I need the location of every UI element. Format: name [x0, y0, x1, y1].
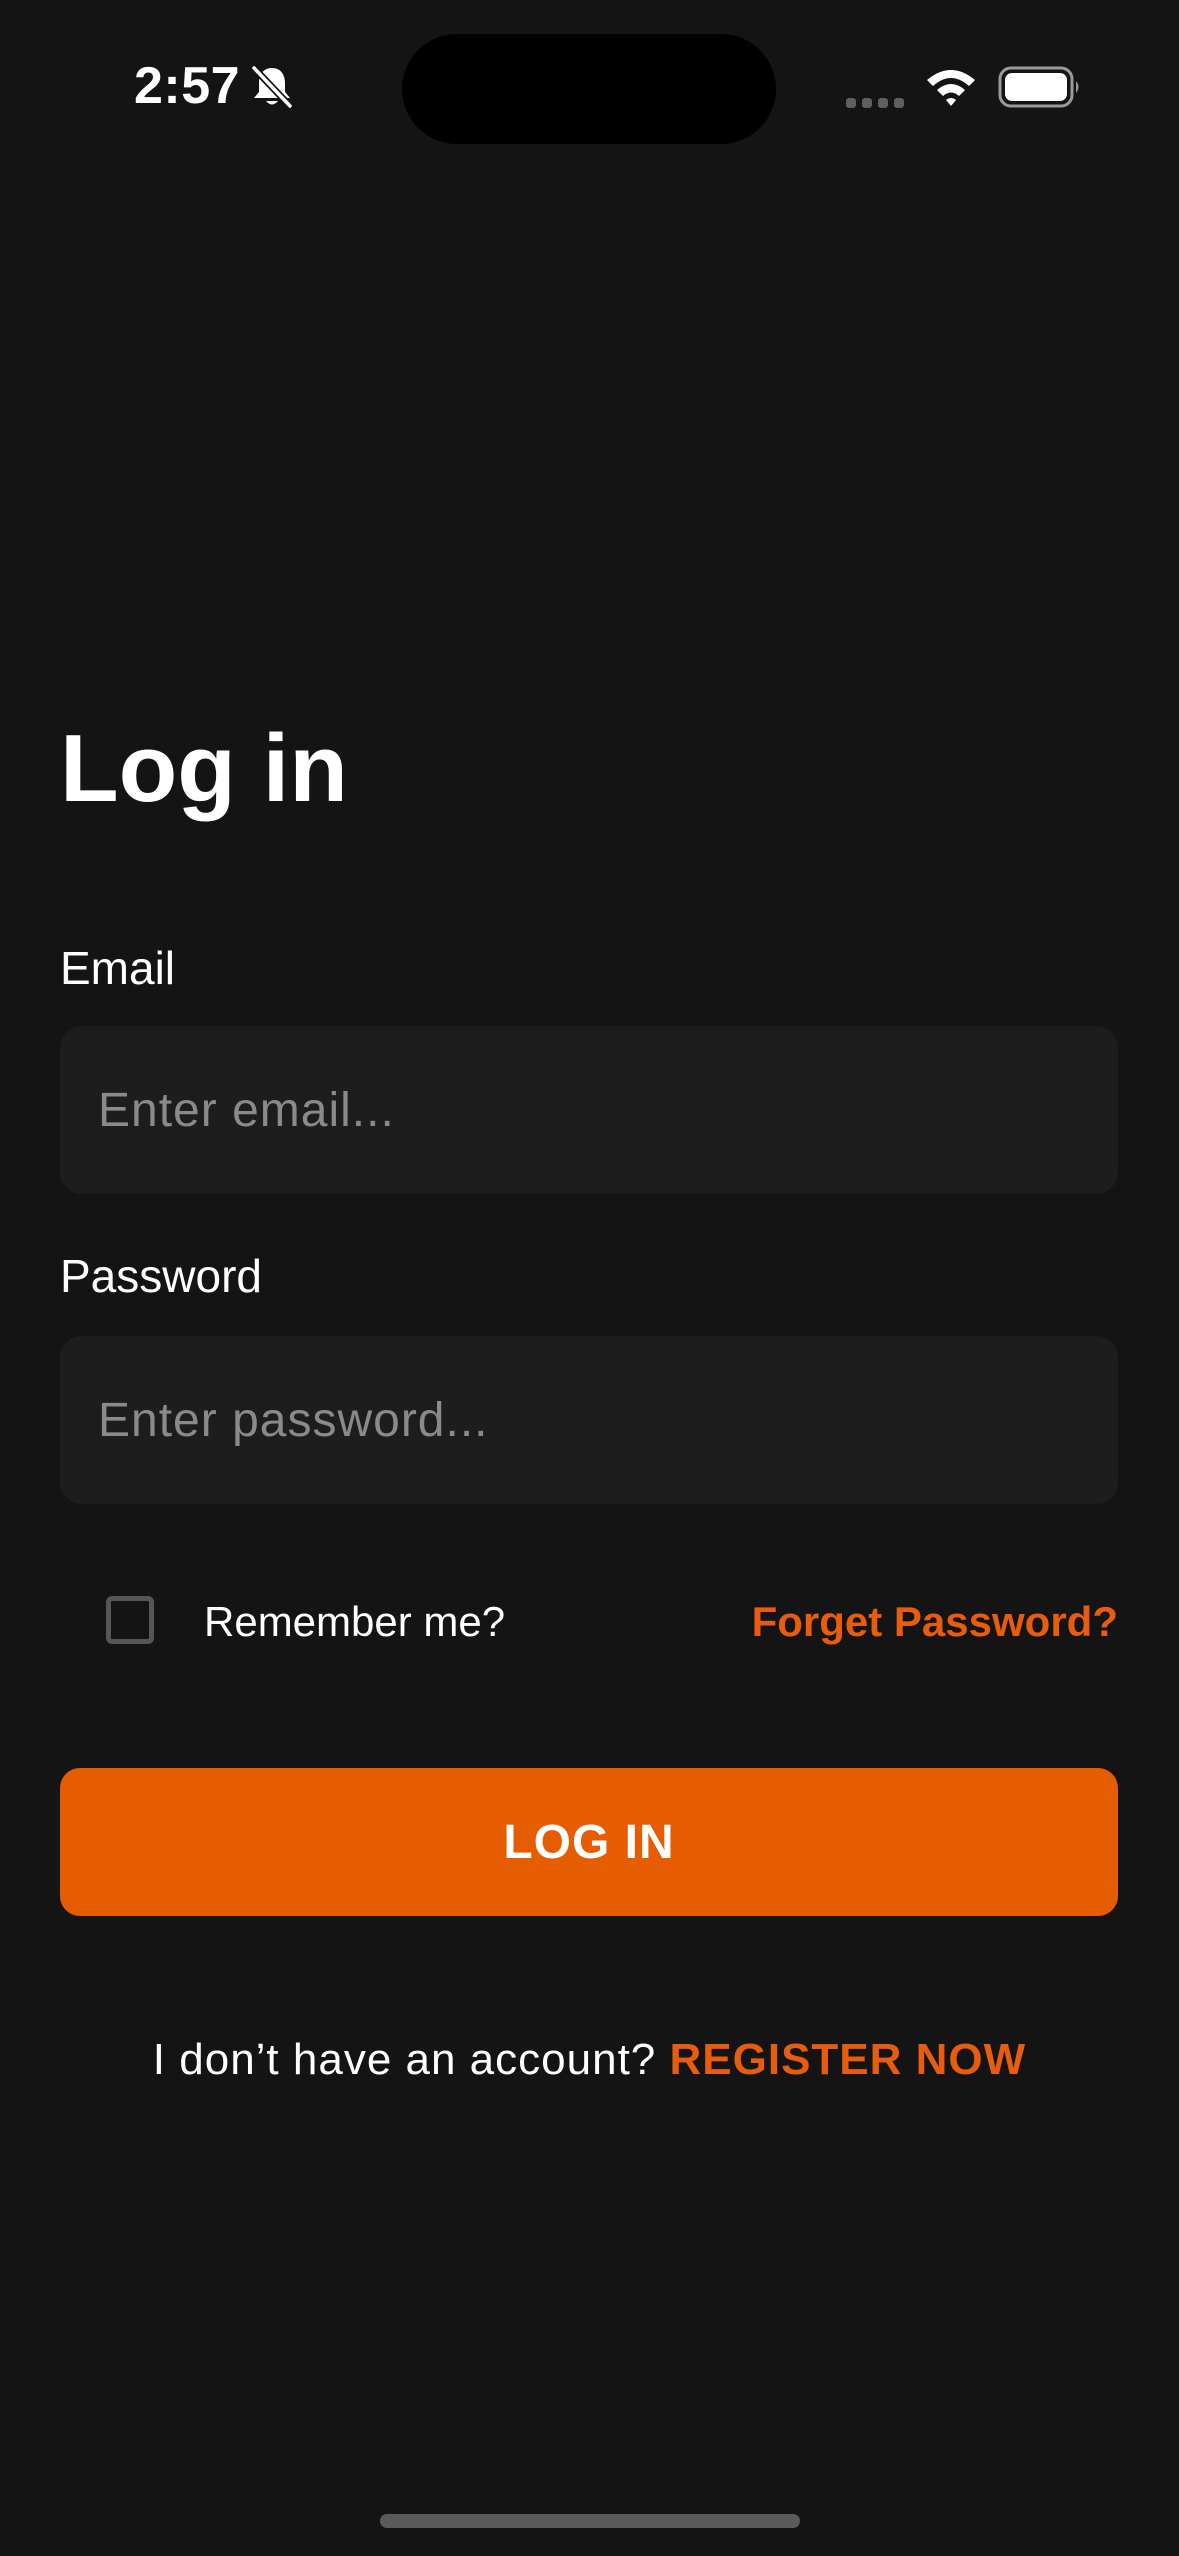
- login-button-label: LOG IN: [503, 1815, 675, 1869]
- dynamic-island: [402, 34, 776, 144]
- remember-label[interactable]: Remember me?: [204, 1594, 505, 1650]
- battery-icon: [998, 66, 1079, 108]
- register-row: I don’t have an account? REGISTER NOW: [0, 2032, 1179, 2088]
- remember-row: Remember me? Forget Password?: [60, 1594, 1118, 1656]
- email-label: Email: [60, 942, 176, 994]
- bell-slash-icon: [250, 64, 294, 110]
- email-field-container[interactable]: [60, 1026, 1118, 1194]
- status-time: 2:57: [134, 57, 241, 115]
- home-indicator[interactable]: [380, 2514, 800, 2528]
- wifi-icon: [927, 70, 975, 106]
- password-label: Password: [60, 1250, 262, 1302]
- page-title: Log in: [60, 715, 348, 822]
- remember-checkbox[interactable]: [106, 1596, 154, 1644]
- signal-icon: [846, 98, 904, 108]
- login-screen: 2:57 Log in Email Password Remember me?: [0, 0, 1179, 2556]
- password-field-container[interactable]: [60, 1336, 1118, 1504]
- forgot-password-link[interactable]: Forget Password?: [752, 1594, 1118, 1650]
- register-now-link[interactable]: REGISTER NOW: [670, 2035, 1027, 2084]
- register-prompt: I don’t have an account?: [152, 2035, 657, 2084]
- email-field[interactable]: [96, 1081, 1082, 1139]
- login-button[interactable]: LOG IN: [60, 1768, 1118, 1916]
- password-field[interactable]: [96, 1391, 1082, 1449]
